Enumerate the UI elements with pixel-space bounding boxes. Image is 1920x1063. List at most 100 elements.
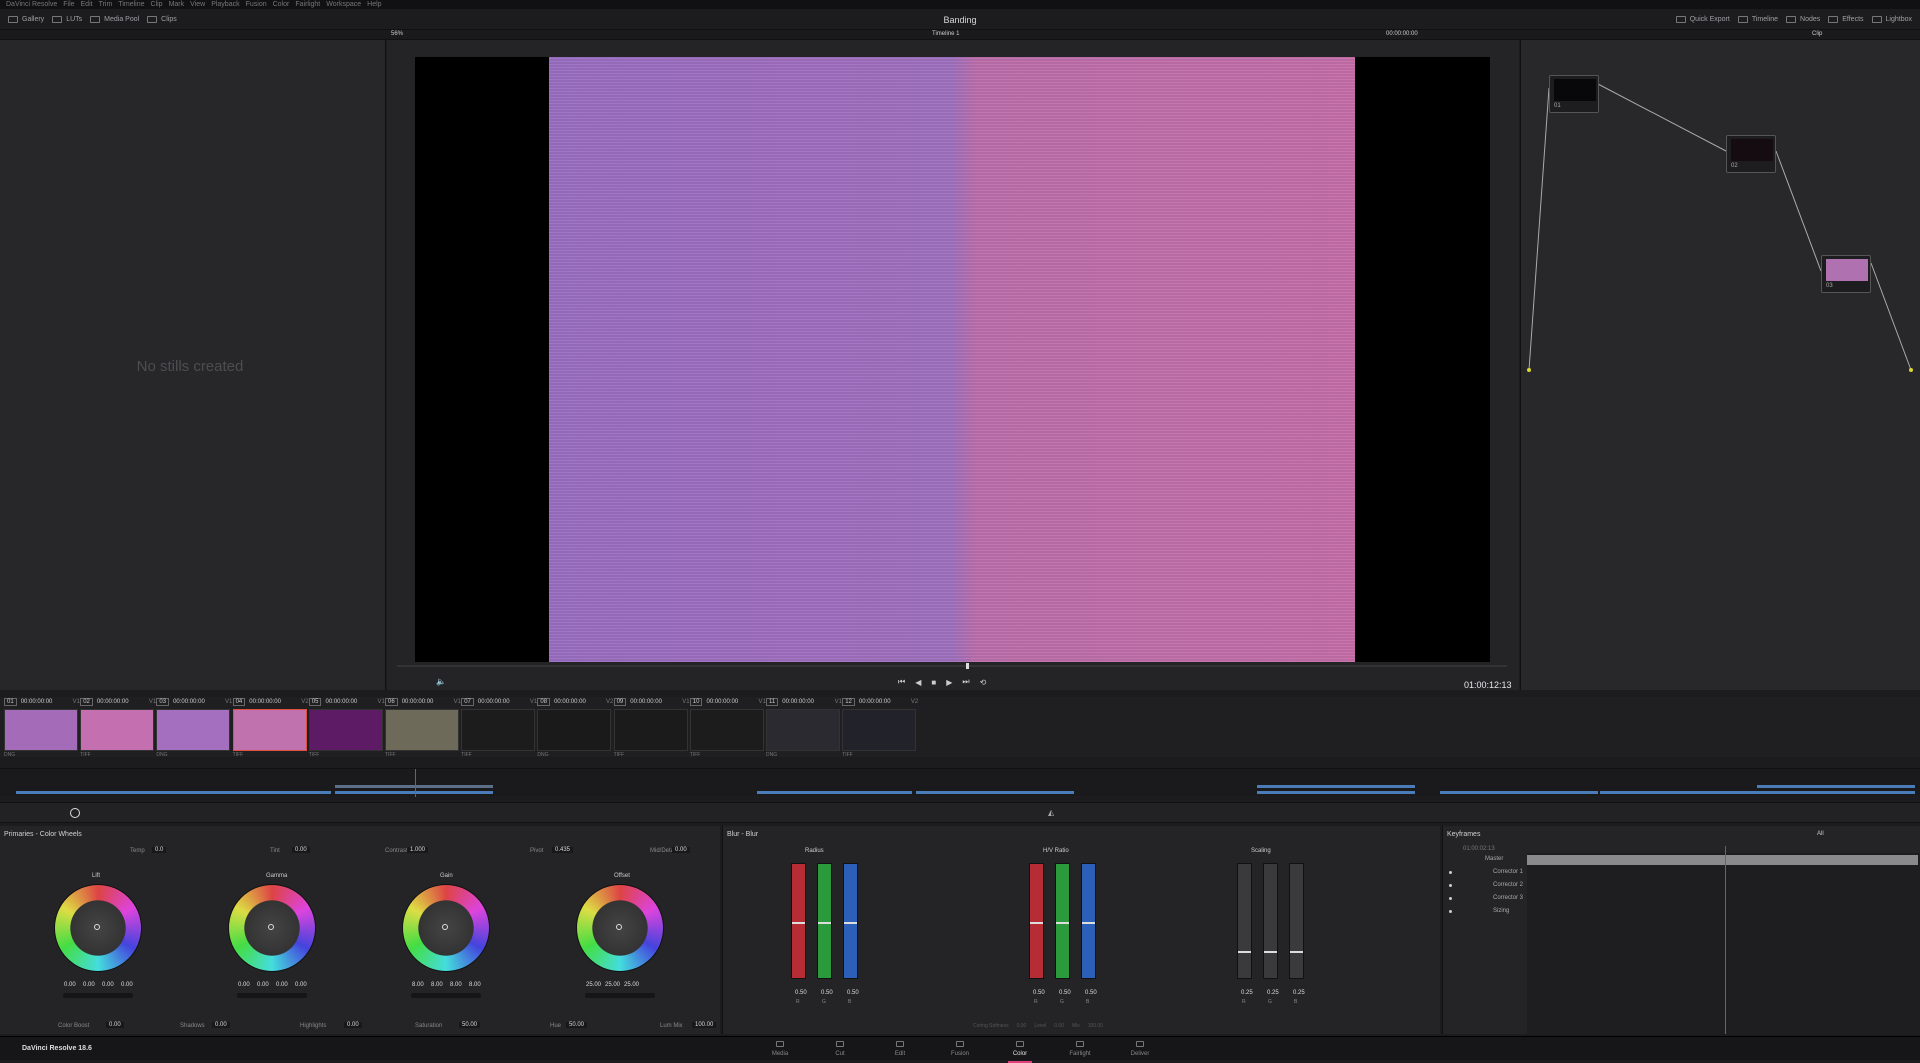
node-02[interactable]: 02 [1726,135,1776,173]
wheel-master-slider[interactable] [237,993,307,998]
step-back-icon[interactable]: ◀ [915,678,921,687]
clip-thumbnail[interactable] [537,709,612,751]
toolbar-gallery-button[interactable]: Gallery [8,15,44,23]
blur-value[interactable]: 0.50 [1056,990,1074,996]
wheel-master-slider[interactable] [63,993,133,998]
clip-06[interactable]: 06 00:00:00:00 V1 TIFF [385,697,461,758]
page-deliver[interactable]: Deliver [1120,1041,1160,1057]
clip-07[interactable]: 07 00:00:00:00 V1 TIFF [461,697,537,758]
keyframe-dot-icon[interactable] [1449,910,1452,913]
menu-item[interactable]: Fusion [246,1,267,8]
timeline-clip[interactable] [1757,785,1915,788]
page-edit[interactable]: Edit [880,1041,920,1057]
toolbar-nodes-button[interactable]: Nodes [1786,15,1820,23]
go-to-start-icon[interactable]: ⏮ [898,677,905,687]
mini-timeline[interactable] [0,768,1920,797]
menu-item[interactable]: Playback [211,1,239,8]
toolbar-timeline-button[interactable]: Timeline [1737,15,1778,23]
blur-value[interactable]: 0.50 [1082,990,1100,996]
slider-handle[interactable] [1290,951,1303,953]
param-value[interactable]: 0.0 [152,847,167,853]
param-value[interactable]: 0.00 [106,1022,124,1028]
loop-icon[interactable]: ⟲ [980,678,987,687]
slider-handle[interactable] [844,922,857,924]
clip-thumbnail[interactable] [156,709,231,751]
timeline-clip[interactable] [1600,791,1915,794]
clip-04[interactable]: 04 00:00:00:00 V2 TIFF [232,697,309,758]
clip-05[interactable]: 05 00:00:00:00 V1 TIFF [308,697,385,758]
clip-thumbnail[interactable] [613,709,688,751]
param-value[interactable]: 1.000 [407,847,429,853]
scrubber-playhead[interactable] [966,663,969,669]
page-media[interactable]: Media [760,1041,800,1057]
menu-item[interactable]: Mark [169,1,185,8]
blur-slider-g[interactable] [817,863,832,979]
page-fairlight[interactable]: Fairlight [1060,1041,1100,1057]
clip-thumbnail[interactable] [766,709,840,751]
param-value[interactable]: 100.00 [692,1022,717,1028]
clip-03[interactable]: 03 00:00:00:00 V1 DNG [156,697,232,758]
primaries-palette-icon[interactable] [70,807,80,818]
menu-item[interactable]: Workspace [326,1,361,8]
clip-01[interactable]: 01 00:00:00:00 V1 DNG [4,697,80,758]
timeline-clip[interactable] [757,791,912,794]
wheel-value[interactable]: 25.00 [602,982,623,988]
clip-thumbnail[interactable] [385,709,459,751]
param-value[interactable]: 0.00 [672,847,690,853]
zoom-level[interactable]: 56% [391,31,403,37]
viewer-scrubber[interactable] [397,665,1507,667]
wheel-value[interactable]: 8.00 [466,982,484,988]
menu-item[interactable]: Edit [81,1,93,8]
timeline-clip[interactable] [916,791,1074,794]
timeline-clip[interactable] [1440,791,1598,794]
param-value[interactable]: 0.00 [212,1022,230,1028]
clip-thumbnail[interactable] [308,709,383,751]
keyframe-row-label[interactable]: Corrector 1 [1493,869,1523,875]
param-value[interactable]: 50.00 [459,1022,481,1028]
wheel-value[interactable]: 25.00 [621,982,642,988]
keyframes-track-area[interactable] [1527,853,1920,1034]
wheel-value[interactable]: 0.00 [273,982,291,988]
blur-slider-b[interactable] [1081,863,1096,979]
menu-item[interactable]: Help [367,1,381,8]
timeline-selector[interactable]: Timeline 1 [932,31,959,37]
menu-item[interactable]: File [63,1,74,8]
clip-thumbnail[interactable] [842,709,917,751]
slider-handle[interactable] [1238,951,1251,953]
mix-value[interactable]: 100.00 [1088,1023,1103,1029]
blur-slider-b[interactable] [843,863,858,979]
master-track-bar[interactable] [1527,855,1918,865]
play-icon[interactable]: ▶ [946,678,952,687]
blur-slider-r[interactable] [1029,863,1044,979]
viewer-timecode-top[interactable]: 00:00:00:00 [1386,31,1418,37]
wheel-master-slider[interactable] [411,993,481,998]
blur-slider-r[interactable] [1237,863,1252,979]
keyframe-row-label[interactable]: Master [1485,856,1503,862]
blur-value[interactable]: 0.25 [1264,990,1282,996]
stop-icon[interactable]: ■ [931,678,936,687]
toolbar-clips-button[interactable]: Clips [147,15,177,23]
wheel-value[interactable]: 8.00 [447,982,465,988]
slider-handle[interactable] [818,922,831,924]
menu-item[interactable]: Trim [99,1,113,8]
timeline-clip[interactable] [335,791,493,794]
coring-softness-value[interactable]: 0.00 [1017,1023,1027,1029]
param-value[interactable]: 0.435 [552,847,574,853]
blur-palette-icon[interactable]: ◭ [1048,808,1054,817]
toolbar-luts-button[interactable]: LUTs [52,15,82,23]
timeline-clip[interactable] [335,785,493,788]
wheel-center-handle[interactable] [94,924,100,930]
blur-value[interactable]: 0.50 [792,990,810,996]
wheel-value[interactable]: 8.00 [428,982,446,988]
keyframe-dot-icon[interactable] [1449,871,1452,874]
menu-item[interactable]: Timeline [118,1,144,8]
slider-handle[interactable] [1030,922,1043,924]
toolbar-media-pool-button[interactable]: Media Pool [90,15,139,23]
wheel-value[interactable]: 0.00 [80,982,98,988]
wheel-value[interactable]: 0.00 [118,982,136,988]
blur-slider-g[interactable] [1263,863,1278,979]
keyframe-row-label[interactable]: Sizing [1493,908,1509,914]
wheel-master-slider[interactable] [585,993,655,998]
keyframe-row-label[interactable]: Corrector 2 [1493,882,1523,888]
menu-item[interactable]: Clip [151,1,163,8]
